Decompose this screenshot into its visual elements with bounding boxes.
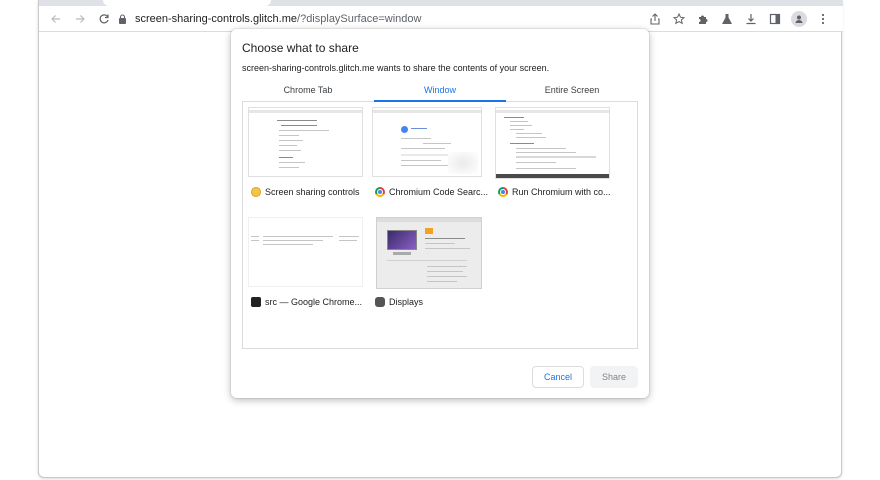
source-list: Screen sharing controls Chromium Code Se… bbox=[242, 102, 638, 349]
chromium-icon bbox=[375, 187, 385, 197]
side-panel-icon bbox=[769, 13, 781, 25]
window-thumbnail bbox=[495, 107, 610, 179]
url-host: screen-sharing-controls.glitch.me bbox=[135, 13, 298, 25]
labs-button[interactable] bbox=[717, 9, 737, 29]
download-icon bbox=[746, 14, 756, 25]
terminal-icon bbox=[251, 297, 261, 307]
source-title: Displays bbox=[389, 297, 424, 307]
profile-button[interactable] bbox=[789, 9, 809, 29]
source-label: Screen sharing controls bbox=[251, 187, 360, 197]
person-icon bbox=[795, 15, 803, 23]
source-item-screen-sharing-controls[interactable]: Screen sharing controls bbox=[248, 107, 368, 197]
share-type-tabs: Chrome Tab Window Entire Screen bbox=[242, 80, 638, 102]
source-title: Chromium Code Searc... bbox=[389, 187, 489, 197]
source-label: Displays bbox=[375, 297, 423, 307]
puzzle-icon bbox=[699, 15, 708, 24]
screen-share-picker-dialog: Choose what to share screen-sharing-cont… bbox=[231, 29, 649, 398]
forward-button[interactable] bbox=[69, 8, 91, 30]
tab-entire-screen[interactable]: Entire Screen bbox=[506, 80, 638, 101]
kebab-menu-icon bbox=[821, 13, 825, 25]
source-title: src — Google Chrome... bbox=[265, 297, 363, 307]
extensions-button[interactable] bbox=[693, 9, 713, 29]
flask-icon bbox=[722, 14, 732, 24]
window-thumbnail bbox=[372, 107, 482, 177]
source-title: Screen sharing controls bbox=[265, 187, 360, 197]
tab-chrome-tab[interactable]: Chrome Tab bbox=[242, 80, 374, 101]
star-icon bbox=[673, 13, 685, 25]
share-icon bbox=[650, 13, 660, 25]
dialog-title: Choose what to share bbox=[242, 41, 359, 55]
dialog-buttons: Cancel Share bbox=[531, 366, 638, 388]
source-label: Chromium Code Searc... bbox=[375, 187, 488, 197]
avatar bbox=[791, 11, 807, 27]
chromium-icon bbox=[498, 187, 508, 197]
back-button[interactable] bbox=[45, 8, 67, 30]
arrow-right-icon bbox=[76, 15, 85, 23]
share-button[interactable]: Share bbox=[589, 366, 638, 388]
source-item-chromium-code-search[interactable]: Chromium Code Searc... bbox=[372, 107, 492, 197]
menu-button[interactable] bbox=[813, 9, 833, 29]
system-preferences-icon bbox=[375, 297, 385, 307]
source-item-src-google-chrome[interactable]: src — Google Chrome... bbox=[248, 217, 368, 307]
source-item-run-chromium[interactable]: Run Chromium with co... bbox=[495, 107, 615, 197]
reload-button[interactable] bbox=[93, 8, 115, 30]
share-page-button[interactable] bbox=[645, 9, 665, 29]
url-path: /?displaySurface=window bbox=[297, 13, 422, 25]
source-label: Run Chromium with co... bbox=[498, 187, 611, 197]
side-panel-button[interactable] bbox=[765, 9, 785, 29]
source-label: src — Google Chrome... bbox=[251, 297, 362, 307]
window-thumbnail bbox=[248, 107, 363, 177]
window-thumbnail bbox=[248, 217, 363, 287]
downloads-button[interactable] bbox=[741, 9, 761, 29]
arrow-left-icon bbox=[51, 15, 60, 23]
reload-icon bbox=[99, 14, 109, 24]
source-title: Run Chromium with co... bbox=[512, 187, 611, 197]
bookmark-button[interactable] bbox=[669, 9, 689, 29]
cancel-button[interactable]: Cancel bbox=[531, 366, 584, 388]
window-thumbnail bbox=[376, 217, 482, 289]
source-item-displays[interactable]: Displays bbox=[372, 217, 492, 307]
glitch-fish-icon bbox=[251, 187, 261, 197]
lock-icon[interactable] bbox=[115, 12, 129, 26]
dialog-description: screen-sharing-controls.glitch.me wants … bbox=[242, 63, 550, 73]
tab-window[interactable]: Window bbox=[374, 80, 506, 102]
